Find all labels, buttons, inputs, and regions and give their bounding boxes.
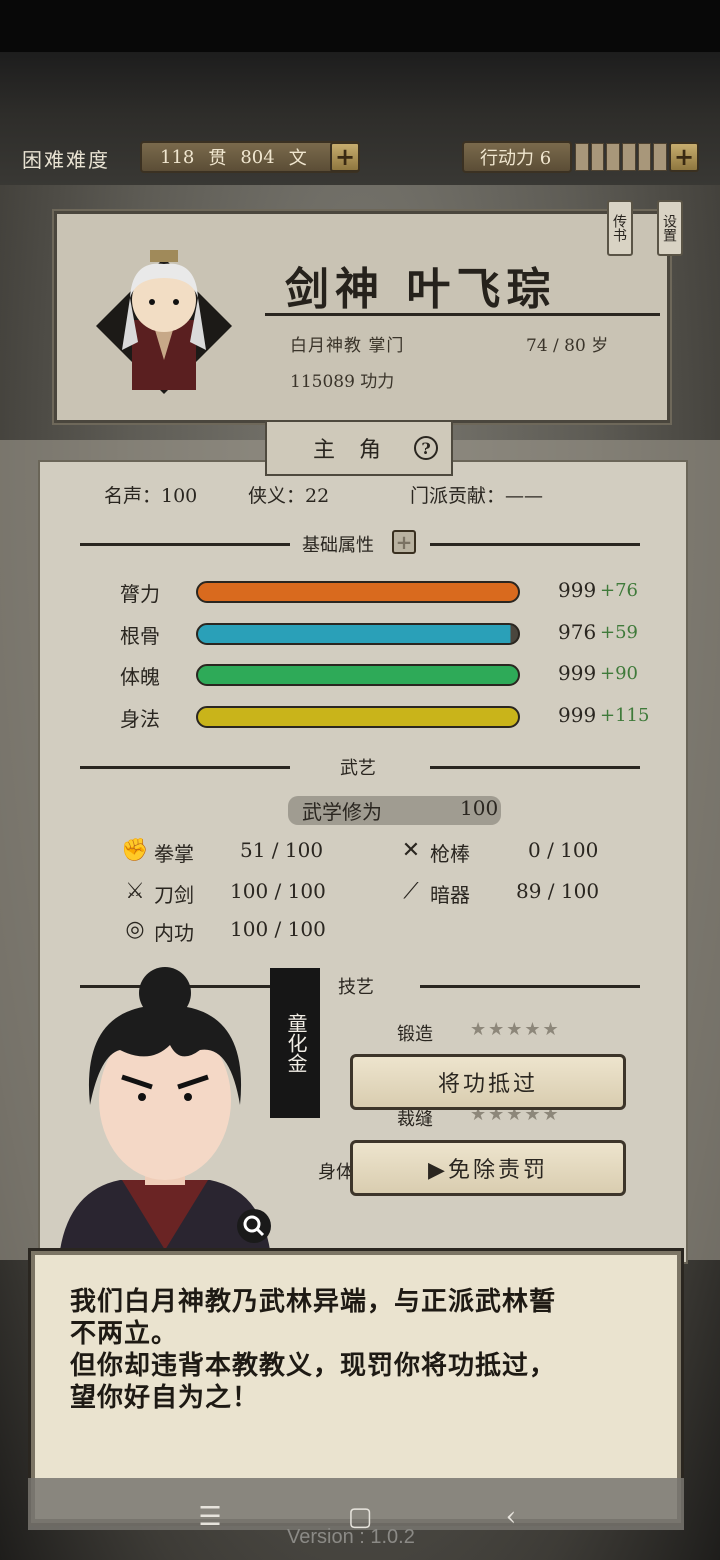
attribute-bar: [196, 623, 520, 645]
attribute-bar: [196, 581, 520, 603]
npc-portrait: [60, 967, 270, 1250]
help-icon[interactable]: ?: [414, 436, 438, 460]
neigong-icon: ◎: [125, 917, 145, 942]
spear-icon: ✕: [401, 838, 421, 863]
npc-name: 童化金: [270, 968, 320, 1118]
hero-title: 剑神: [285, 264, 385, 315]
money-wen: 804: [240, 146, 275, 168]
divider: [265, 313, 660, 316]
dart-icon: ⟋: [403, 879, 419, 904]
hero-portrait[interactable]: [92, 250, 237, 395]
status-bar-area: [0, 0, 720, 52]
crafts-title: 技艺: [338, 977, 374, 998]
attribute-value: 999: [558, 661, 597, 685]
skill-spear-value: 0 / 100: [528, 838, 599, 862]
add-attribute-button[interactable]: +: [392, 530, 416, 554]
skill-spear-label: 枪棒: [430, 842, 470, 866]
back-nav-icon[interactable]: ‹: [491, 1497, 531, 1537]
skill-sword-value: 100 / 100: [230, 879, 326, 903]
skill-dart-label: 暗器: [430, 883, 470, 907]
skill-fist-value: 51 / 100: [240, 838, 324, 862]
section-divider: [430, 543, 640, 546]
attribute-bonus: +76: [600, 580, 638, 601]
chivalry-stat: 侠义：22: [248, 485, 330, 507]
action-points-meter: [575, 143, 668, 171]
choice-atone-button[interactable]: 将功抵过: [350, 1054, 626, 1110]
fame-stat: 名声：100: [104, 485, 198, 507]
attribute-bar: [196, 664, 520, 686]
section-divider: [80, 766, 290, 769]
tab-label: 主角: [312, 438, 405, 463]
dialog-line: 望你好自为之！: [70, 1383, 260, 1413]
martial-mastery-value: 100: [460, 796, 499, 820]
attribute-bonus: +115: [600, 705, 650, 726]
attribute-value: 999: [558, 703, 597, 727]
hero-age: 74 / 80 岁: [526, 336, 609, 356]
forge-stars-icon: ★★★★★: [470, 1019, 561, 1040]
settings-tag-button[interactable]: 设置: [657, 200, 683, 256]
menu-nav-icon[interactable]: ☰: [190, 1497, 230, 1537]
attribute-bonus: +59: [600, 622, 638, 643]
money-display: 118 贯 804 文: [140, 141, 360, 173]
choice-exempt-button[interactable]: ▶免除责罚: [350, 1140, 626, 1196]
hero-name: 剑神 叶飞琮: [285, 253, 556, 317]
hero-power: 115089 功力: [290, 372, 395, 392]
hero-sect: 白月神教 掌门: [290, 336, 405, 356]
contribution-stat: 门派贡献：——: [410, 485, 544, 507]
hero-given-name: 叶飞琮: [406, 264, 557, 315]
section-divider: [80, 543, 290, 546]
attribute-label: 身法: [120, 707, 160, 731]
search-icon[interactable]: [237, 1209, 271, 1243]
money-guan: 118: [160, 146, 195, 168]
skill-fist-label: 拳掌: [154, 842, 194, 866]
basic-attributes-title: 基础属性: [302, 535, 374, 556]
fist-icon: ✊: [121, 838, 149, 863]
section-divider: [420, 985, 640, 988]
skill-neigong-label: 内功: [154, 921, 194, 945]
skill-dart-value: 89 / 100: [516, 879, 600, 903]
attribute-value: 999: [558, 578, 597, 602]
money-wen-unit: 文: [288, 148, 307, 169]
dialog-text: 我们白月神教乃武林异端，与正派武林誓 不两立。 但你却违背本教教义，现罚你将功抵…: [70, 1286, 650, 1414]
attribute-label: 根骨: [120, 624, 160, 648]
skill-neigong-value: 100 / 100: [230, 917, 326, 941]
attribute-bar: [196, 706, 520, 728]
body-title: 身体: [318, 1162, 354, 1183]
attribute-label: 体魄: [120, 665, 160, 689]
martial-title: 武艺: [340, 758, 376, 779]
money-guan-unit: 贯: [208, 148, 227, 169]
attribute-value: 976: [558, 620, 597, 644]
dialog-line: 我们白月神教乃武林异端，与正派武林誓: [70, 1287, 557, 1317]
action-points-display: 行动力 6: [462, 141, 572, 173]
craft-forge-label: 锻造: [397, 1024, 433, 1045]
swords-icon: ⚔: [125, 879, 145, 904]
attribute-bonus: +90: [600, 663, 638, 684]
dialog-line: 但你却违背本教教义，现罚你将功抵过，: [70, 1351, 557, 1381]
difficulty-label: 困难难度: [22, 148, 110, 172]
add-money-button[interactable]: +: [330, 142, 360, 172]
message-tag-button[interactable]: 传书: [607, 200, 633, 256]
add-action-button[interactable]: +: [669, 142, 699, 172]
dialog-line: 不两立。: [70, 1319, 179, 1349]
version-label: Version : 1.0.2: [287, 1526, 415, 1548]
section-divider: [430, 766, 640, 769]
attribute-label: 膂力: [120, 582, 160, 606]
skill-sword-label: 刀剑: [154, 883, 194, 907]
